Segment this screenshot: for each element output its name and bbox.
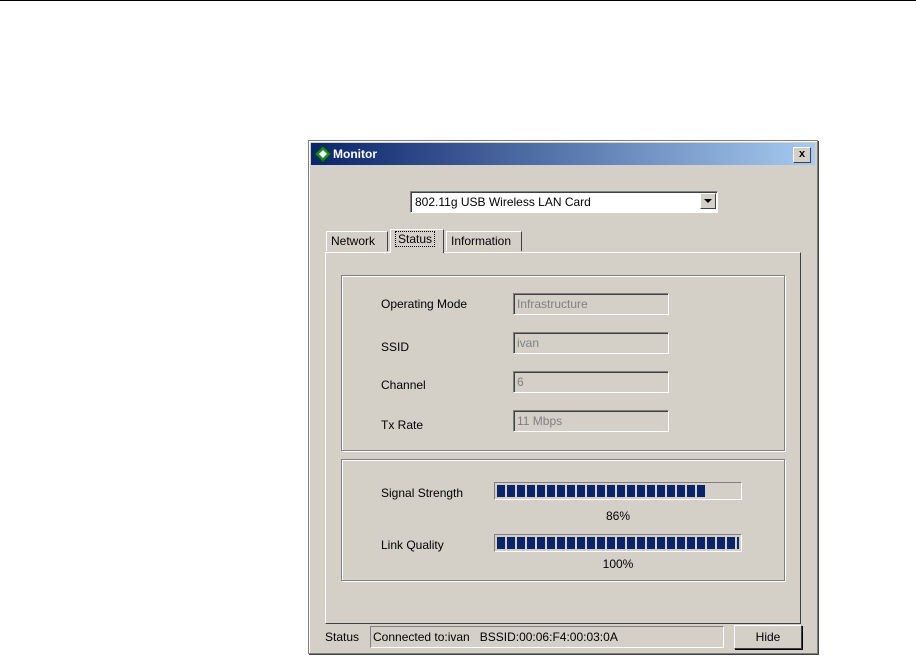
operating-mode-field: Infrastructure xyxy=(513,293,669,315)
status-bar-label: Status xyxy=(325,630,360,644)
signal-strength-label: Signal Strength xyxy=(381,486,464,500)
monitor-window: Monitor x 802.11g USB Wireless LAN Card … xyxy=(308,140,818,654)
tx-rate-label: Tx Rate xyxy=(381,418,424,432)
status-bar-field: Connected to:ivan BSSID:00:06:F4:00:03:0A xyxy=(370,626,724,648)
hide-button[interactable]: Hide xyxy=(734,625,802,649)
close-icon: x xyxy=(798,148,806,160)
ssid-field: ivan xyxy=(513,332,669,354)
channel-label: Channel xyxy=(381,378,426,392)
tab-information[interactable]: Information xyxy=(446,231,522,251)
operating-mode-label: Operating Mode xyxy=(381,297,468,311)
ssid-label: SSID xyxy=(381,340,410,354)
tab-status[interactable]: Status xyxy=(390,229,444,253)
tab-network[interactable]: Network xyxy=(326,231,388,251)
link-quality-bar xyxy=(494,534,742,552)
channel-field: 6 xyxy=(513,371,669,393)
bssid-text: BSSID:00:06:F4:00:03:0A xyxy=(479,630,618,644)
signal-strength-bar xyxy=(494,482,742,500)
page-divider xyxy=(0,0,916,1)
link-quality-fill xyxy=(497,537,739,549)
adapter-select-value: 802.11g USB Wireless LAN Card xyxy=(415,195,591,209)
signal-strength-percent: 86% xyxy=(605,509,631,523)
window-title: Monitor xyxy=(333,147,377,161)
green-diamond-icon xyxy=(315,146,331,162)
chevron-down-icon[interactable] xyxy=(700,193,716,209)
adapter-select[interactable]: 802.11g USB Wireless LAN Card xyxy=(410,191,718,213)
tx-rate-field: 11 Mbps xyxy=(513,410,669,432)
signal-strength-fill xyxy=(497,485,706,497)
connected-text: Connected to:ivan xyxy=(373,630,470,644)
title-bar[interactable]: Monitor x xyxy=(311,143,815,165)
tab-network-label: Network xyxy=(331,234,376,248)
tab-status-label: Status xyxy=(395,231,436,247)
tab-information-label: Information xyxy=(451,234,512,248)
link-quality-label: Link Quality xyxy=(381,538,444,552)
link-quality-percent: 100% xyxy=(602,557,634,571)
close-button[interactable]: x xyxy=(793,147,811,163)
